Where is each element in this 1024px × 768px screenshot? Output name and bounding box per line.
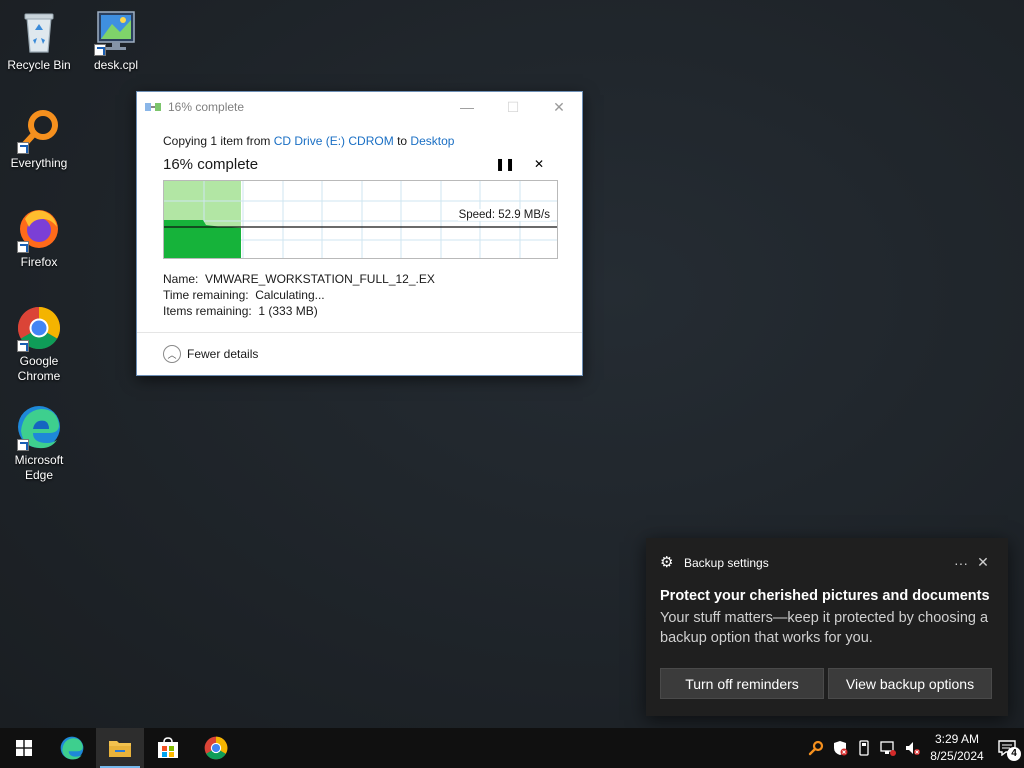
shortcut-arrow-icon [94,44,106,56]
fewer-details-label: Fewer details [187,347,259,361]
taskbar-chrome[interactable] [192,728,240,768]
clock[interactable]: 3:29 AM 8/25/2024 [924,731,990,765]
copy-progress-dialog[interactable]: 16% complete — ☐ ✕ Copying 1 item from C… [136,91,583,376]
copy-description: Copying 1 item from CD Drive (E:) CDROM … [163,134,556,148]
chrome-icon [204,736,228,760]
details-section: Name: VMWARE_WORKSTATION_FULL_12_.EX Tim… [163,271,556,319]
shortcut-arrow-icon [17,241,29,253]
taskbar-store[interactable] [144,728,192,768]
name-label: Name: [163,272,199,286]
network-icon[interactable] [876,728,900,768]
source-link[interactable]: CD Drive (E:) CDROM [274,134,394,148]
shortcut-arrow-icon [17,142,29,154]
copy-to-word: to [397,134,408,148]
shortcut-arrow-icon [17,439,29,451]
name-value: VMWARE_WORKSTATION_FULL_12_.EX [205,272,435,286]
everything-search-icon [15,106,63,154]
tray-everything-icon[interactable] [804,728,828,768]
transfer-speed-graph: Speed: 52.9 MB/s [163,180,558,259]
chevron-up-icon: ︿ [163,345,181,363]
shortcut-arrow-icon [17,340,29,352]
clock-time: 3:29 AM [934,732,980,746]
time-label: Time remaining: [163,288,249,302]
action-center-button[interactable]: 4 [990,728,1024,768]
notification-message: Your stuff matters—keep it protected by … [660,610,989,646]
display-settings-icon [92,8,140,56]
time-value: Calculating... [255,288,325,302]
backup-notification[interactable]: ⚙ Backup settings ··· ✕ Protect your che… [646,538,1008,716]
minimize-button[interactable]: — [444,92,490,122]
desktop-icon-label: desk.cpl [93,58,139,72]
destination-link[interactable]: Desktop [410,134,454,148]
dialog-titlebar[interactable]: 16% complete — ☐ ✕ [137,92,582,122]
cancel-button[interactable]: ✕ [522,157,556,171]
gear-icon: ⚙ [660,553,674,571]
copy-files-icon [145,101,161,113]
notification-count-badge: 4 [1007,747,1021,761]
items-row: Items remaining: 1 (333 MB) [163,303,556,319]
file-explorer-icon [109,741,131,757]
chrome-icon [15,304,63,352]
security-shield-icon[interactable] [828,728,852,768]
desktop-icon-label: Google Chrome [17,354,61,383]
pause-button[interactable]: ❚❚ [488,157,522,171]
taskbar-file-explorer[interactable] [96,728,144,768]
firefox-icon [15,205,63,253]
desktop-icon-label: Everything [10,156,68,170]
turn-off-reminders-button[interactable]: Turn off reminders [660,668,824,699]
taskbar: 3:29 AM 8/25/2024 4 [0,728,1024,768]
start-button[interactable] [0,728,48,768]
desktop-icon-microsoft-edge[interactable]: Microsoft Edge [1,403,77,483]
system-tray: 3:29 AM 8/25/2024 4 [804,728,1024,768]
notification-title: Protect your cherished pictures and docu… [660,588,990,604]
maximize-button[interactable]: ☐ [490,92,536,122]
notification-source: Backup settings [684,555,769,570]
desktop-icon-label: Firefox [20,255,58,269]
items-value: 1 (333 MB) [258,304,318,318]
notification-close-button[interactable]: ✕ [972,554,994,571]
desktop-icon-label: Microsoft Edge [14,453,64,482]
percent-complete: 16% complete [163,155,259,173]
copy-prefix: Copying 1 item from [163,134,271,148]
volume-muted-icon[interactable] [900,728,924,768]
desktop-icon-label: Recycle Bin [7,58,71,72]
time-row: Time remaining: Calculating... [163,287,556,303]
close-button[interactable]: ✕ [536,92,582,122]
edge-icon [15,403,63,451]
usb-device-icon[interactable] [852,728,876,768]
dialog-divider [137,332,582,333]
items-label: Items remaining: [163,304,252,318]
fewer-details-button[interactable]: ︿ Fewer details [163,345,258,363]
view-backup-options-button[interactable]: View backup options [828,668,992,699]
desktop-icon-firefox[interactable]: Firefox [1,205,77,270]
taskbar-edge[interactable] [48,728,96,768]
recycle-bin-icon [15,8,63,56]
start-icon [16,740,32,756]
store-icon [158,737,178,758]
desktop-icon-recycle-bin[interactable]: Recycle Bin [1,8,77,73]
clock-date: 8/25/2024 [930,749,984,763]
desktop-icon-desk-cpl[interactable]: desk.cpl [78,8,154,73]
speed-label: Speed: 52.9 MB/s [457,209,551,221]
desktop-icon-everything[interactable]: Everything [1,106,77,171]
edge-icon [60,736,84,760]
name-row: Name: VMWARE_WORKSTATION_FULL_12_.EX [163,271,556,287]
desktop-icon-google-chrome[interactable]: Google Chrome [1,304,77,384]
dialog-title: 16% complete [168,100,245,114]
more-options-button[interactable]: ··· [950,555,972,571]
